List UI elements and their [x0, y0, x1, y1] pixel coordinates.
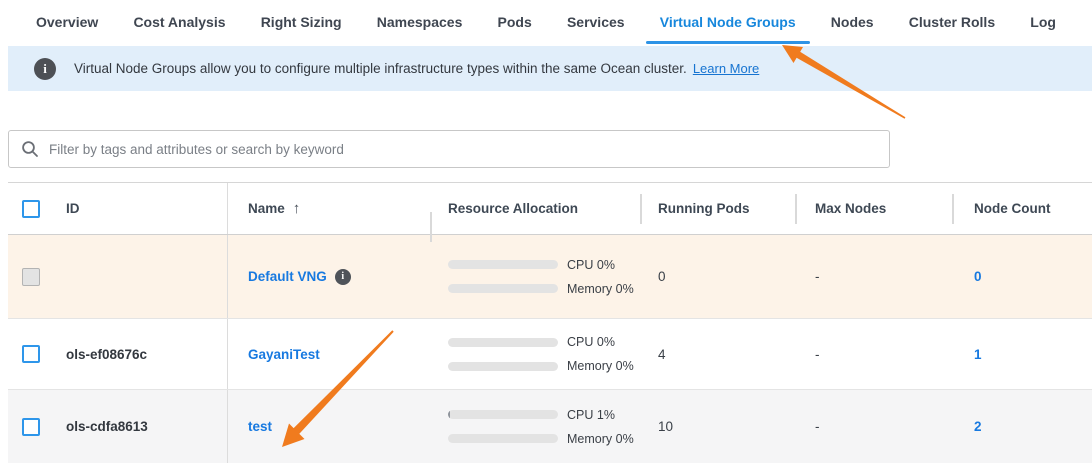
- vng-name-link[interactable]: GayaniTest: [248, 347, 320, 362]
- cpu-usage-label: CPU 0%: [567, 335, 615, 349]
- search-input[interactable]: [49, 142, 877, 157]
- node-count-link[interactable]: 1: [974, 347, 982, 362]
- table-header-row: ID Name ↑ Resource Allocation Running Po…: [8, 183, 1092, 235]
- column-header-resource-allocation[interactable]: Resource Allocation: [430, 201, 640, 216]
- search-icon: [21, 140, 39, 158]
- running-pods-cell: 4: [640, 347, 795, 362]
- filter-search-box[interactable]: [8, 130, 890, 168]
- table-row[interactable]: Default VNG i CPU 0% Memory 0% 0 - 0: [8, 235, 1092, 319]
- memory-usage-label: Memory 0%: [567, 359, 634, 373]
- memory-usage-bar: [448, 284, 558, 293]
- column-header-name[interactable]: Name: [248, 201, 285, 216]
- cluster-tab-bar: Overview Cost Analysis Right Sizing Name…: [0, 0, 1092, 44]
- select-all-checkbox[interactable]: [22, 200, 40, 218]
- row-id-cell: ols-cdfa8613: [52, 390, 228, 463]
- tab-pods[interactable]: Pods: [488, 0, 542, 44]
- tab-nodes[interactable]: Nodes: [821, 0, 884, 44]
- tab-services[interactable]: Services: [557, 0, 635, 44]
- info-banner: i Virtual Node Groups allow you to confi…: [8, 46, 1092, 91]
- tab-namespaces[interactable]: Namespaces: [367, 0, 473, 44]
- node-count-link[interactable]: 2: [974, 419, 982, 434]
- cpu-usage-bar: [448, 260, 558, 269]
- max-nodes-cell: -: [795, 269, 952, 284]
- row-id-cell: [52, 235, 228, 318]
- cpu-usage-bar: [448, 338, 558, 347]
- table-row[interactable]: ols-cdfa8613 test CPU 1% Memory 0% 10 - …: [8, 390, 1092, 463]
- tab-right-sizing[interactable]: Right Sizing: [251, 0, 352, 44]
- row-checkbox[interactable]: [22, 418, 40, 436]
- memory-usage-bar: [448, 362, 558, 371]
- tab-cluster-rolls[interactable]: Cluster Rolls: [899, 0, 1005, 44]
- default-vng-info-icon[interactable]: i: [335, 269, 351, 285]
- memory-usage-label: Memory 0%: [567, 432, 634, 446]
- info-banner-text: Virtual Node Groups allow you to configu…: [74, 61, 687, 76]
- memory-usage-label: Memory 0%: [567, 282, 634, 296]
- learn-more-link[interactable]: Learn More: [693, 61, 759, 76]
- max-nodes-cell: -: [795, 419, 952, 434]
- tab-cost-analysis[interactable]: Cost Analysis: [123, 0, 235, 44]
- table-row[interactable]: ols-ef08676c GayaniTest CPU 0% Memory 0%…: [8, 319, 1092, 390]
- column-header-running-pods[interactable]: Running Pods: [640, 183, 795, 234]
- cpu-usage-label: CPU 1%: [567, 408, 615, 422]
- node-count-link[interactable]: 0: [974, 269, 982, 284]
- tab-virtual-node-groups[interactable]: Virtual Node Groups: [650, 0, 806, 44]
- column-header-id[interactable]: ID: [52, 183, 228, 234]
- row-checkbox: [22, 268, 40, 286]
- sort-ascending-icon[interactable]: ↑: [293, 200, 301, 217]
- max-nodes-cell: -: [795, 347, 952, 362]
- tab-overview[interactable]: Overview: [26, 0, 108, 44]
- vng-name-link[interactable]: Default VNG: [248, 269, 327, 284]
- tab-log[interactable]: Log: [1020, 0, 1066, 44]
- row-id-cell: ols-ef08676c: [52, 319, 228, 389]
- column-header-node-count[interactable]: Node Count: [952, 183, 1092, 234]
- info-icon: i: [34, 58, 56, 80]
- vng-table: ID Name ↑ Resource Allocation Running Po…: [8, 182, 1092, 463]
- cpu-usage-label: CPU 0%: [567, 258, 615, 272]
- column-header-max-nodes[interactable]: Max Nodes: [795, 183, 952, 234]
- cpu-usage-bar: [448, 410, 558, 419]
- memory-usage-bar: [448, 434, 558, 443]
- running-pods-cell: 0: [640, 269, 795, 284]
- vng-name-link[interactable]: test: [248, 419, 272, 434]
- row-checkbox[interactable]: [22, 345, 40, 363]
- running-pods-cell: 10: [640, 419, 795, 434]
